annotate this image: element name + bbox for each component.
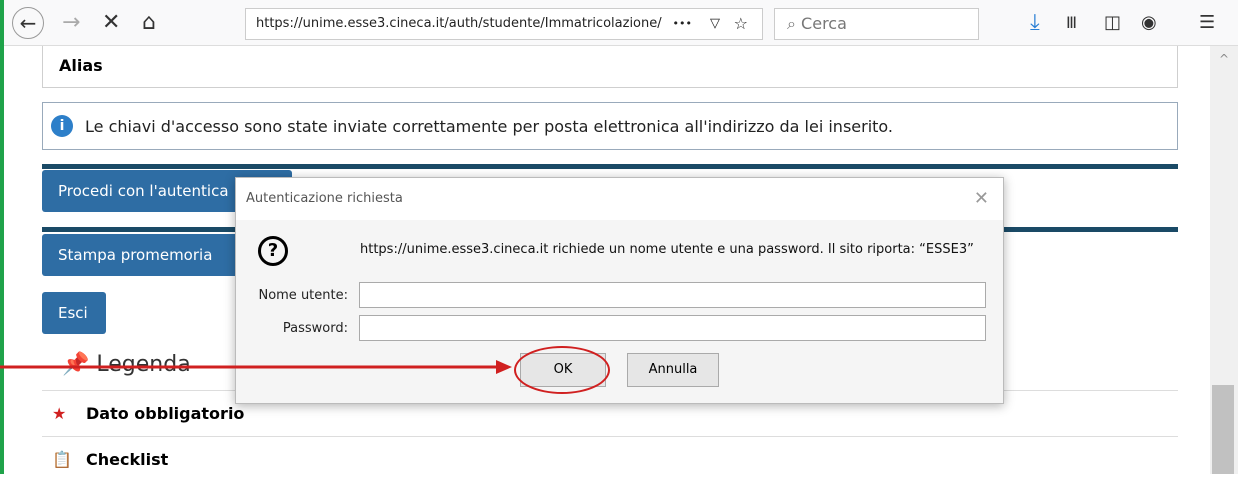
pocket-icon[interactable]: ▽ (710, 9, 720, 39)
account-icon[interactable]: ◉ (1141, 0, 1157, 46)
search-input[interactable]: ⌕ Cerca (774, 8, 979, 40)
menu-icon[interactable]: ☰ (1199, 0, 1215, 46)
annotation-arrow (0, 360, 512, 374)
scrollbar-thumb[interactable] (1212, 385, 1234, 474)
scroll-up-icon[interactable]: ^ (1210, 46, 1238, 66)
sidebar-icon[interactable]: ◫ (1104, 0, 1121, 46)
library-icon[interactable]: Ⅲ (1066, 0, 1077, 46)
download-icon[interactable]: ⤓ (1030, 0, 1040, 46)
bookmark-star-icon[interactable]: ☆ (734, 9, 748, 39)
cancel-button[interactable]: Annulla (627, 353, 719, 387)
close-icon[interactable]: ✕ (974, 178, 989, 220)
ok-highlight-ellipse (514, 346, 610, 394)
search-placeholder: Cerca (801, 14, 847, 33)
url-more-icon[interactable]: ••• (673, 9, 692, 39)
